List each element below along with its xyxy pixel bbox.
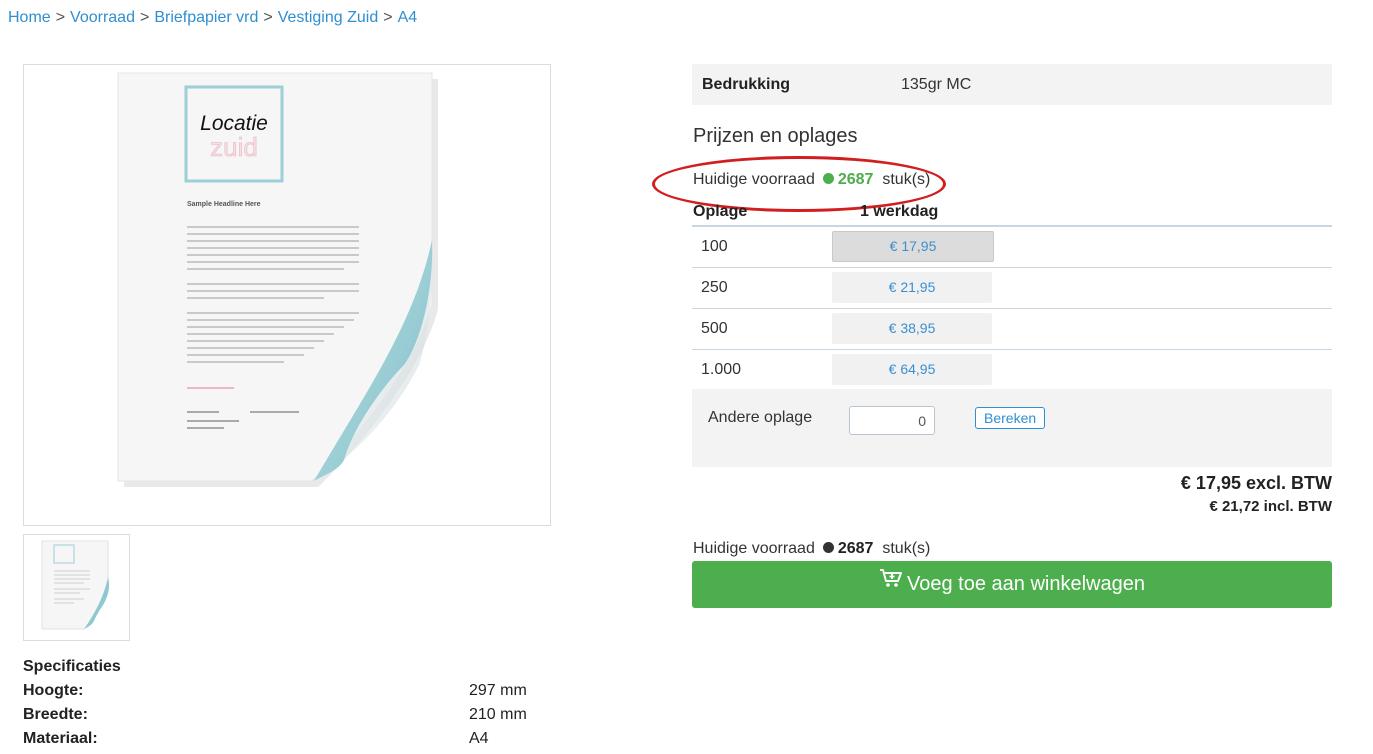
spec-label: Materiaal: xyxy=(23,730,98,747)
sample-headline: Sample Headline Here xyxy=(187,201,261,208)
spec-row-width: Breedte: 210 mm xyxy=(23,706,543,730)
row-qty: 100 xyxy=(701,238,728,255)
other-quantity-input[interactable] xyxy=(849,406,935,435)
breadcrumb-separator: > xyxy=(55,9,66,26)
breadcrumb: Home > Voorraad > Briefpapier vrd > Vestiging … xyxy=(8,9,417,27)
specs-title: Specificaties xyxy=(23,658,121,675)
breadcrumb-separator: > xyxy=(139,9,150,26)
table-row: 250 € 21,95 xyxy=(692,268,1332,309)
specifications: Specificaties Hoogte: 297 mm Breedte: 21… xyxy=(23,658,543,754)
other-quantity-section: Andere oplage Bereken xyxy=(692,389,1332,467)
breadcrumb-home[interactable]: Home xyxy=(8,9,51,26)
row-qty: 500 xyxy=(701,320,728,337)
product-thumbnail[interactable] xyxy=(23,534,130,641)
other-quantity-label: Andere oplage xyxy=(708,409,813,426)
spec-row-height: Hoogte: 297 mm xyxy=(23,682,543,706)
breadcrumb-vestiging[interactable]: Vestiging Zuid xyxy=(278,9,379,26)
price-total: € 17,95 excl. BTW € 21,72 incl. BTW xyxy=(1181,473,1332,515)
thumbnail-illustration xyxy=(41,540,110,630)
stock-dot-icon xyxy=(822,172,834,184)
table-row: 1.000 € 64,95 xyxy=(692,350,1332,391)
price-table-header: Oplage 1 werkdag xyxy=(692,203,1332,227)
header-werkdag: 1 werkdag xyxy=(860,203,939,220)
logo-line2: zuid xyxy=(210,132,258,162)
stock-count: 2687 xyxy=(837,540,874,557)
price-excl-vat: € 17,95 excl. BTW xyxy=(1180,473,1332,493)
table-row: 500 € 38,95 xyxy=(692,309,1332,350)
spec-value: 297 mm xyxy=(469,682,527,699)
breadcrumb-voorraad[interactable]: Voorraad xyxy=(70,9,135,26)
spec-label: Breedte: xyxy=(23,706,88,723)
price-option[interactable]: € 38,95 xyxy=(832,313,992,344)
spec-label: Hoogte: xyxy=(23,682,84,699)
price-option[interactable]: € 21,95 xyxy=(832,272,992,303)
breadcrumb-briefpapier[interactable]: Briefpapier vrd xyxy=(154,9,258,26)
stock-status-bottom: Huidige voorraad 2687 stuk(s) xyxy=(693,540,930,558)
row-qty: 1.000 xyxy=(701,361,742,378)
price-option[interactable]: € 64,95 xyxy=(832,354,992,385)
price-incl-vat: € 21,72 incl. BTW xyxy=(1209,498,1332,515)
price-option[interactable]: € 17,95 xyxy=(832,231,994,262)
spec-value: A4 xyxy=(469,730,489,747)
header-oplage: Oplage xyxy=(693,203,748,220)
stock-unit: stuk(s) xyxy=(882,171,931,188)
pricing-panel: Bedrukking 135gr MC Prijzen en oplages H… xyxy=(652,64,1332,608)
bedrukking-label: Bedrukking xyxy=(702,76,791,93)
stock-unit: stuk(s) xyxy=(882,540,931,557)
stock-label: Huidige voorraad xyxy=(693,540,815,557)
breadcrumb-current[interactable]: A4 xyxy=(398,9,418,26)
product-image[interactable]: Locatie zuid Sample Headline Here xyxy=(23,64,551,526)
stock-label: Huidige voorraad xyxy=(693,171,815,188)
spec-row-material: Materiaal: A4 xyxy=(23,730,543,754)
calculate-button[interactable]: Bereken xyxy=(975,407,1046,429)
add-to-cart-label: Voeg toe aan winkelwagen xyxy=(907,573,1145,595)
stock-count: 2687 xyxy=(837,171,874,188)
add-to-cart-button[interactable]: Voeg toe aan winkelwagen xyxy=(692,561,1332,608)
stock-status: Huidige voorraad 2687 stuk(s) xyxy=(693,171,930,189)
row-qty: 250 xyxy=(701,279,728,296)
bedrukking-row: Bedrukking 135gr MC xyxy=(692,64,1332,105)
price-table: Oplage 1 werkdag 100 € 17,95 250 € 21,95… xyxy=(692,203,1332,391)
spec-value: 210 mm xyxy=(469,706,527,723)
breadcrumb-separator: > xyxy=(383,9,393,26)
letterhead-illustration: Locatie zuid Sample Headline Here xyxy=(117,72,438,487)
section-title: Prijzen en oplages xyxy=(693,125,858,147)
stock-dot-icon xyxy=(822,541,834,553)
table-row: 100 € 17,95 xyxy=(692,227,1332,268)
breadcrumb-separator: > xyxy=(263,9,273,26)
cart-plus-icon xyxy=(879,559,903,606)
bedrukking-value: 135gr MC xyxy=(901,76,972,93)
